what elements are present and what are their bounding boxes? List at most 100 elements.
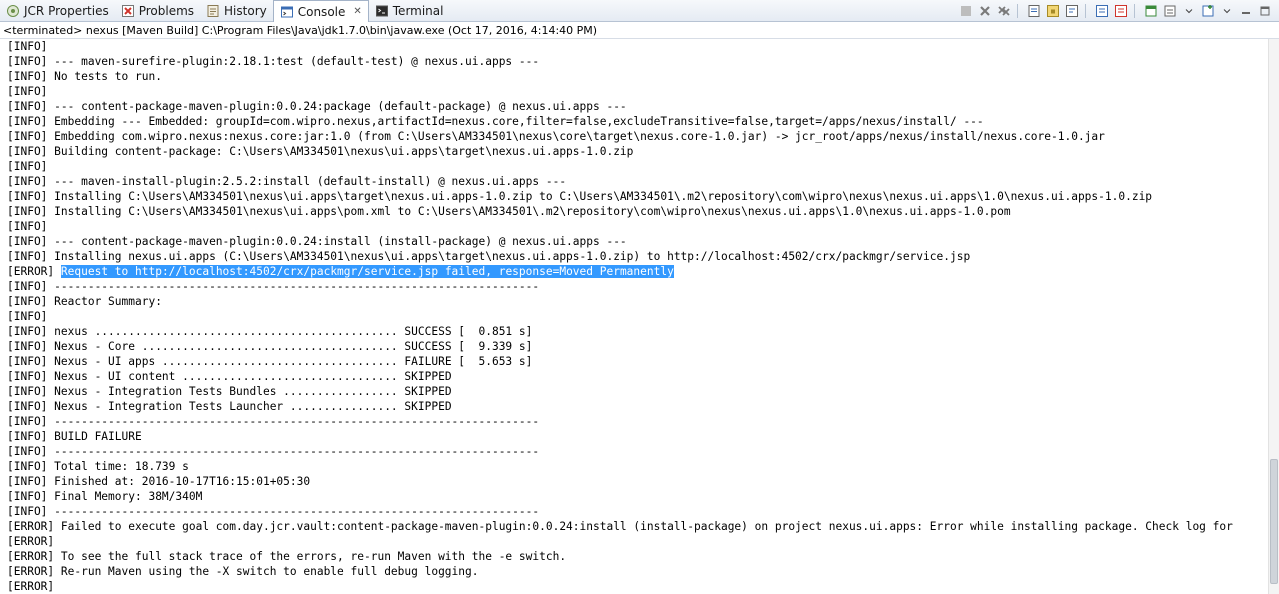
log-message: BUILD FAILURE [47,430,142,443]
chevron-down-icon[interactable] [1219,3,1235,19]
console-line: [INFO] ---------------------------------… [0,279,1268,294]
chevron-down-icon[interactable] [1181,3,1197,19]
log-level: [INFO] [7,85,48,98]
console-line: [INFO] Final Memory: 38M/340M [0,489,1268,504]
log-level: [INFO] [7,100,48,113]
console-line: [INFO] [0,84,1268,99]
show-stdout-icon[interactable] [1094,3,1110,19]
pin-console-icon[interactable] [1143,3,1159,19]
log-message: Embedding --- Embedded: groupId=com.wipr… [47,115,984,128]
log-level: [INFO] [7,355,48,368]
log-message: Embedding com.wipro.nexus:nexus.core:jar… [47,130,1105,143]
scrollbar-thumb[interactable] [1270,459,1278,584]
log-message: Building content-package: C:\Users\AM334… [47,145,634,158]
console-line: [ERROR] Failed to execute goal com.day.j… [0,519,1268,534]
log-level: [INFO] [7,370,48,383]
log-message: Final Memory: 38M/340M [47,490,203,503]
log-level: [INFO] [7,130,48,143]
history-icon [206,4,220,18]
clear-console-icon[interactable] [1026,3,1042,19]
minimize-icon[interactable] [1238,3,1254,19]
log-level: [INFO] [7,475,48,488]
log-level: [INFO] [7,505,48,518]
log-level: [ERROR] [7,550,55,563]
log-level: [INFO] [7,160,48,173]
console-line: [INFO] [0,39,1268,54]
console-line: [INFO] No tests to run. [0,69,1268,84]
view-tab-bar: JCR Properties Problems History Console … [0,0,1279,22]
console-line: [INFO] Installing C:\Users\AM334501\nexu… [0,204,1268,219]
show-stderr-icon[interactable] [1113,3,1129,19]
log-level: [INFO] [7,70,48,83]
tab-label: History [224,3,267,18]
log-level: [INFO] [7,415,48,428]
log-message: Finished at: 2016-10-17T16:15:01+05:30 [47,475,311,488]
log-message: Failed to execute goal com.day.jcr.vault… [54,520,1233,533]
console-line: [INFO] --- maven-install-plugin:2.5.2:in… [0,174,1268,189]
tab-history[interactable]: History [200,0,273,21]
log-level: [INFO] [7,220,48,233]
tab-terminal[interactable]: Terminal [369,0,450,21]
view-tabs: JCR Properties Problems History Console … [0,0,450,22]
console-line: [INFO] Nexus - Integration Tests Bundles… [0,384,1268,399]
log-message: To see the full stack trace of the error… [54,550,567,563]
remove-all-terminated-icon[interactable] [996,3,1012,19]
console-line: [INFO] --- content-package-maven-plugin:… [0,234,1268,249]
vertical-scrollbar[interactable] [1268,39,1279,594]
console-line: [INFO] [0,309,1268,324]
open-console-icon[interactable] [1200,3,1216,19]
log-level: [INFO] [7,445,48,458]
remove-launch-icon[interactable] [977,3,993,19]
console-icon [280,5,294,19]
log-message: Nexus - Core ...........................… [47,340,533,353]
log-message: --- maven-surefire-plugin:2.18.1:test (d… [47,55,540,68]
console-line: [INFO] ---------------------------------… [0,504,1268,519]
log-message: Nexus - UI content .....................… [47,370,452,383]
console-line: [INFO] ---------------------------------… [0,414,1268,429]
console-output[interactable]: [INFO] [INFO] --- maven-surefire-plugin:2… [0,39,1268,594]
log-message: nexus ..................................… [47,325,533,338]
log-level: [INFO] [7,430,48,443]
log-level: [ERROR] [7,265,55,278]
log-level: [INFO] [7,115,48,128]
log-level: [INFO] [7,235,48,248]
tab-problems[interactable]: Problems [115,0,200,21]
scroll-lock-icon[interactable] [1045,3,1061,19]
close-icon[interactable]: ✕ [353,6,361,17]
log-level: [INFO] [7,145,48,158]
log-level: [INFO] [7,385,48,398]
log-level: [INFO] [7,55,48,68]
console-line: [ERROR] Re-run Maven using the -X switch… [0,564,1268,579]
log-message: Installing C:\Users\AM334501\nexus\ui.ap… [47,205,1011,218]
console-line: [INFO] Total time: 18.739 s [0,459,1268,474]
tab-label: JCR Properties [24,3,109,18]
console-line: [INFO] [0,159,1268,174]
console-line: [ERROR] [0,534,1268,549]
log-message: Nexus - Integration Tests Bundles ......… [47,385,452,398]
toolbar-separator [1085,3,1091,18]
display-console-icon[interactable] [1162,3,1178,19]
log-level: [INFO] [7,400,48,413]
selected-text[interactable]: Request to http://localhost:4502/crx/pac… [60,265,674,278]
log-level: [ERROR] [7,580,55,593]
launch-status: <terminated> nexus [Maven Build] C:\Prog… [0,22,1279,39]
tab-label: Console [297,4,346,19]
tab-jcr-properties[interactable]: JCR Properties [0,0,115,21]
console-line: [INFO] Installing C:\Users\AM334501\nexu… [0,189,1268,204]
console-line: [INFO] BUILD FAILURE [0,429,1268,444]
log-message: No tests to run. [47,70,162,83]
log-message: --- maven-install-plugin:2.5.2:install (… [47,175,567,188]
console-line: [INFO] Finished at: 2016-10-17T16:15:01+… [0,474,1268,489]
terminate-icon[interactable] [958,3,974,19]
tab-console[interactable]: Console ✕ [272,0,369,22]
log-level: [INFO] [7,280,48,293]
log-message: Re-run Maven using the -X switch to enab… [54,565,479,578]
log-level: [ERROR] [7,565,55,578]
toolbar-separator [1134,3,1140,18]
maximize-icon[interactable] [1257,3,1273,19]
log-level: [INFO] [7,310,48,323]
log-level: [INFO] [7,490,48,503]
log-level: [INFO] [7,40,48,53]
word-wrap-icon[interactable] [1064,3,1080,19]
console-line: [INFO] Nexus - Core ....................… [0,339,1268,354]
